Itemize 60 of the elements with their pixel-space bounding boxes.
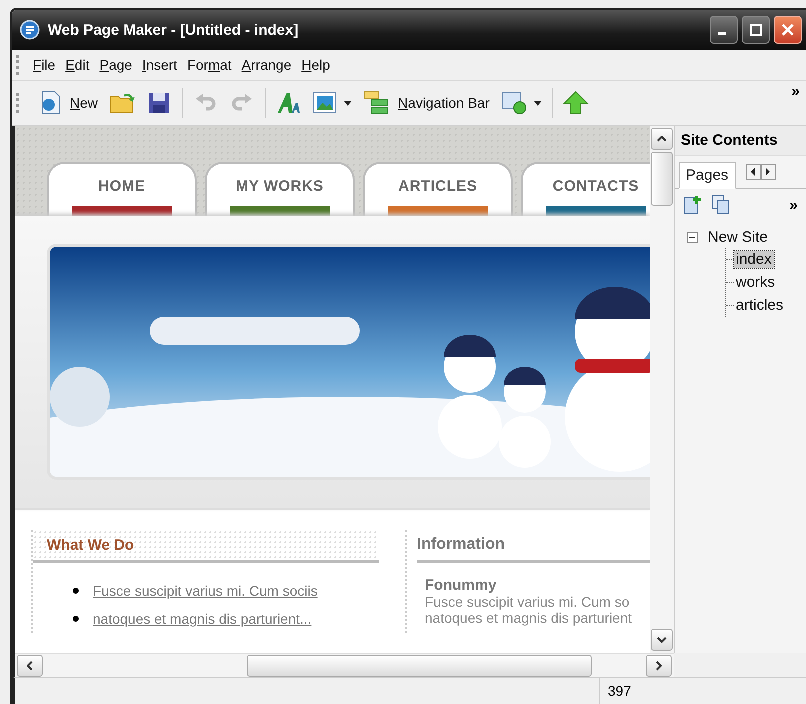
menu-item[interactable]: File	[28, 54, 61, 76]
section-title: Information	[417, 536, 505, 554]
link[interactable]: Fusce suscipit varius mi. Cum sociis	[93, 583, 318, 599]
close-button[interactable]	[774, 16, 802, 44]
scroll-up-icon[interactable]	[657, 136, 667, 142]
copy-page-icon[interactable]	[711, 195, 731, 215]
tree-item[interactable]: articles	[734, 297, 786, 314]
scroll-left-icon[interactable]	[27, 660, 33, 670]
scroll-right-icon[interactable]	[656, 660, 662, 670]
new-page-icon	[40, 91, 62, 115]
info-text: natoques et magnis dis parturient	[425, 610, 634, 626]
new-page-button[interactable]: New	[38, 91, 100, 115]
scroll-down-icon[interactable]	[657, 637, 667, 643]
window-add-icon[interactable]	[502, 91, 528, 115]
nav-tab[interactable]: HOME	[47, 162, 197, 216]
tree-item[interactable]: works	[734, 274, 778, 291]
tree-item[interactable]: index	[734, 251, 774, 268]
bullet-icon	[73, 588, 79, 594]
minimize-button[interactable]	[710, 16, 738, 44]
navigation-bar-icon	[364, 90, 390, 116]
dropdown-arrow-icon[interactable]	[534, 100, 542, 106]
window-title: Web Page Maker - [Untitled - index]	[48, 22, 300, 38]
link[interactable]: natoques et magnis dis parturient...	[93, 611, 312, 627]
panel-title: Site Contents	[675, 126, 806, 156]
menu-item[interactable]: Edit	[60, 54, 95, 76]
close-icon	[782, 24, 794, 36]
menu-item[interactable]: Page	[94, 54, 138, 76]
panel-overflow-button[interactable]: »	[790, 196, 798, 214]
menu-item[interactable]: Format	[182, 54, 237, 76]
panel-tab[interactable]: Pages	[679, 162, 736, 189]
horizontal-scrollbar[interactable]	[15, 653, 674, 677]
add-page-icon[interactable]	[683, 195, 703, 215]
menu-item[interactable]: Insert	[137, 54, 182, 76]
folder-icon[interactable]	[110, 91, 136, 115]
navigation-bar-button[interactable]: Navigation Bar	[362, 90, 492, 116]
bullet-icon	[73, 616, 79, 622]
vertical-scrollbar[interactable]	[650, 126, 674, 653]
collapse-icon[interactable]	[687, 232, 698, 243]
maximize-button[interactable]	[742, 16, 770, 44]
section-title: What We Do	[47, 536, 134, 554]
dropdown-arrow-icon[interactable]	[344, 100, 352, 106]
info-subtitle: Fonummy	[425, 577, 498, 594]
minimize-icon	[718, 32, 726, 34]
up-arrow-icon[interactable]	[562, 91, 589, 115]
nav-tab[interactable]: MY WORKS	[205, 162, 355, 216]
app-logo-icon	[20, 20, 40, 40]
scrollbar-thumb[interactable]	[247, 654, 592, 676]
nav-tab[interactable]: CONTACTS	[521, 162, 650, 216]
scrollbar-thumb[interactable]	[651, 152, 673, 206]
status-position: 397	[607, 683, 632, 699]
maximize-icon	[750, 24, 762, 36]
toolbar-overflow-button[interactable]: »	[792, 83, 800, 100]
text-style-icon[interactable]	[276, 91, 302, 115]
menu-item[interactable]: Arrange	[236, 54, 297, 76]
nav-tab[interactable]: ARTICLES	[363, 162, 513, 216]
image-icon[interactable]	[312, 91, 338, 115]
tab-scroll-arrows[interactable]	[746, 164, 776, 180]
info-text: Fusce suscipit varius mi. Cum so	[425, 594, 631, 610]
tree-item[interactable]: New Site	[706, 229, 770, 246]
menu-item[interactable]: Help	[296, 54, 336, 76]
